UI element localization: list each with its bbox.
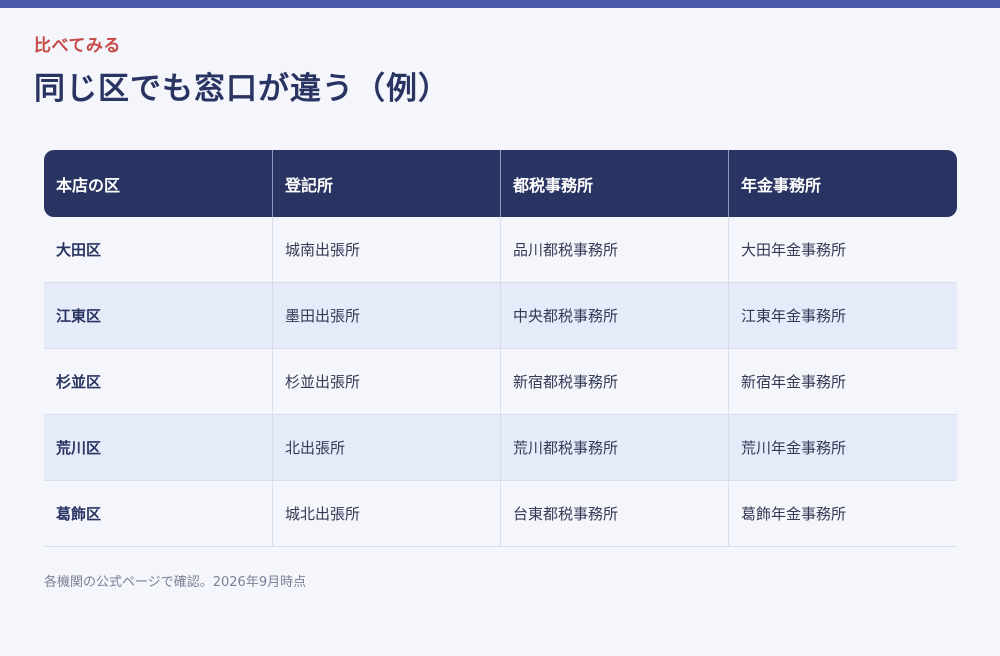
- pension-office-cell: 葛飾年金事務所: [728, 481, 957, 547]
- registry-cell: 墨田出張所: [272, 283, 500, 349]
- registry-cell: 城北出張所: [272, 481, 500, 547]
- column-header-tax-office: 都税事務所: [500, 150, 728, 217]
- pension-office-cell: 荒川年金事務所: [728, 415, 957, 481]
- registry-cell: 杉並出張所: [272, 349, 500, 415]
- tax-office-cell: 台東都税事務所: [500, 481, 728, 547]
- column-header-ward: 本店の区: [44, 150, 272, 217]
- tax-office-cell: 新宿都税事務所: [500, 349, 728, 415]
- ward-cell: 杉並区: [44, 349, 272, 415]
- table-row: 葛飾区 城北出張所 台東都税事務所 葛飾年金事務所: [44, 481, 957, 547]
- pension-office-cell: 新宿年金事務所: [728, 349, 957, 415]
- top-accent-bar: [0, 0, 1000, 8]
- pension-office-cell: 大田年金事務所: [728, 217, 957, 283]
- registry-cell: 城南出張所: [272, 217, 500, 283]
- ward-cell: 大田区: [44, 217, 272, 283]
- tax-office-cell: 荒川都税事務所: [500, 415, 728, 481]
- table-row: 大田区 城南出張所 品川都税事務所 大田年金事務所: [44, 217, 957, 283]
- page-title: 同じ区でも窓口が違う（例）: [34, 71, 450, 107]
- column-header-pension-office: 年金事務所: [728, 150, 957, 217]
- ward-cell: 江東区: [44, 283, 272, 349]
- column-header-registry: 登記所: [272, 150, 500, 217]
- ward-cell: 荒川区: [44, 415, 272, 481]
- table-row: 江東区 墨田出張所 中央都税事務所 江東年金事務所: [44, 283, 957, 349]
- tax-office-cell: 中央都税事務所: [500, 283, 728, 349]
- source-footnote: 各機関の公式ページで確認。2026年9月時点: [44, 575, 307, 590]
- section-eyebrow: 比べてみる: [34, 36, 121, 56]
- table-header: 本店の区 登記所 都税事務所 年金事務所: [44, 150, 957, 217]
- table-row: 杉並区 杉並出張所 新宿都税事務所 新宿年金事務所: [44, 349, 957, 415]
- office-comparison-table: 本店の区 登記所 都税事務所 年金事務所 大田区 城南出張所 品川都税事務所 大…: [44, 150, 957, 547]
- ward-cell: 葛飾区: [44, 481, 272, 547]
- registry-cell: 北出張所: [272, 415, 500, 481]
- pension-office-cell: 江東年金事務所: [728, 283, 957, 349]
- table-row: 荒川区 北出張所 荒川都税事務所 荒川年金事務所: [44, 415, 957, 481]
- tax-office-cell: 品川都税事務所: [500, 217, 728, 283]
